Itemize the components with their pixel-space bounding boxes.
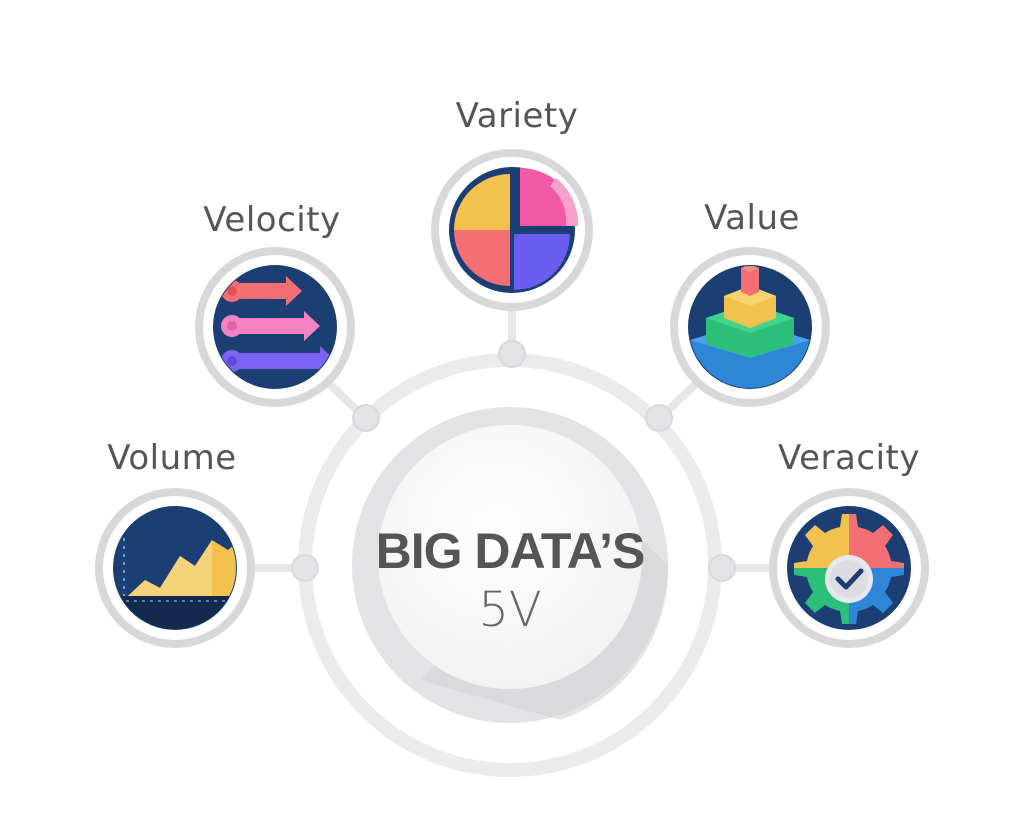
center-title: BIG DATA’S: [375, 523, 646, 579]
center-subtitle: 5V: [478, 582, 542, 638]
velocity-label: Velocity: [203, 200, 341, 240]
veracity-node[interactable]: [769, 488, 929, 648]
veracity-label: Veracity: [778, 438, 920, 478]
volume-label: Volume: [107, 438, 237, 478]
veracity-icon: [794, 514, 904, 624]
value-node[interactable]: [670, 247, 830, 407]
variety-node[interactable]: [431, 149, 593, 311]
volume-node[interactable]: [95, 488, 255, 648]
variety-label: Variety: [455, 96, 579, 136]
velocity-node[interactable]: [195, 247, 355, 407]
value-label: Value: [704, 198, 800, 238]
